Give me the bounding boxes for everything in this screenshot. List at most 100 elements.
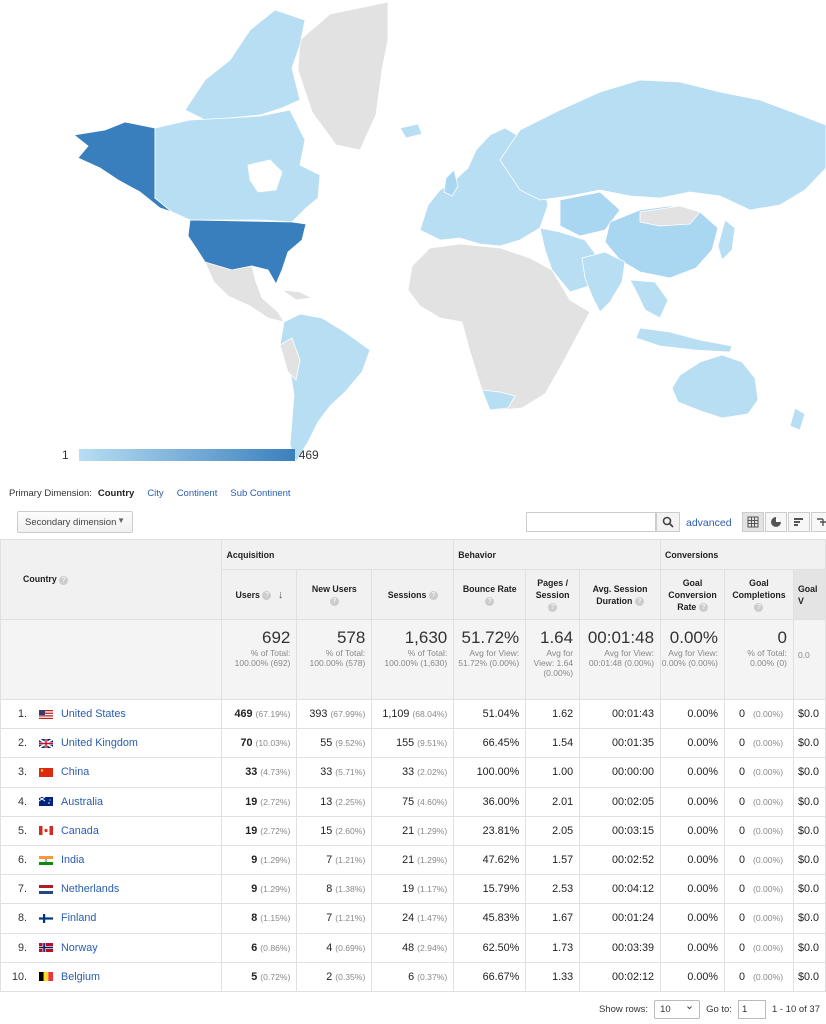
- bar-comparison-icon[interactable]: [788, 512, 810, 532]
- goal-completions-cell: 0 (0.00%): [723, 932, 794, 963]
- dimension-country[interactable]: Country: [98, 488, 134, 499]
- help-icon[interactable]: ?: [485, 596, 495, 606]
- canada-flag-icon: [39, 826, 53, 836]
- users-cell: 19 (2.72%): [221, 786, 298, 817]
- new-users-cell: 55 (9.52%): [296, 728, 373, 759]
- advanced-filter-link[interactable]: advanced: [686, 517, 732, 529]
- primary-dimension-label: Primary Dimension:: [9, 488, 92, 499]
- country-link[interactable]: Netherlands: [61, 883, 119, 895]
- map-indonesia[interactable]: [635, 327, 733, 353]
- belgium-flag-icon: [39, 972, 53, 982]
- country-link[interactable]: Norway: [61, 942, 98, 954]
- goal-value-cell: $0.0: [792, 728, 826, 759]
- country-cell: 3. China: [0, 757, 223, 788]
- goal-value-column-header[interactable]: Goal V: [792, 569, 826, 620]
- help-icon[interactable]: ?: [59, 575, 69, 585]
- help-icon[interactable]: ?: [262, 590, 272, 600]
- duration-cell: 00:01:24: [579, 903, 662, 934]
- map-australia[interactable]: [671, 354, 759, 419]
- country-link[interactable]: India: [61, 854, 84, 866]
- china-flag-icon: [39, 768, 53, 778]
- help-icon[interactable]: ?: [428, 590, 438, 600]
- legend-min: 1: [62, 448, 69, 462]
- map-canada[interactable]: [154, 109, 321, 223]
- table-row: 7. Netherlands 9 (1.29%) 8 (1.38%) 19 (1.17%) 15…: [0, 874, 826, 905]
- goal-completions-column-header[interactable]: Goal Completions?: [723, 569, 794, 620]
- help-icon[interactable]: ?: [754, 602, 764, 612]
- new-users-column-header[interactable]: New Users?: [296, 569, 373, 620]
- country-link[interactable]: Belgium: [61, 971, 100, 983]
- help-icon[interactable]: ?: [634, 596, 644, 606]
- total-cell: 1.64 Avg for View: 1.64 (0.00%): [525, 619, 581, 700]
- total-cell: 0% of Total: 0.00% (0): [723, 619, 794, 700]
- map-india[interactable]: [581, 251, 626, 313]
- table-row: 2. United Kingdom 70 (10.03%) 55 (9.52%) 155 (9…: [0, 728, 826, 759]
- goto-page-input[interactable]: 1: [737, 1000, 766, 1019]
- country-link[interactable]: United Kingdom: [61, 737, 138, 749]
- pages-session-cell: 1.57: [525, 844, 581, 876]
- total-cell: 51.72% Avg for View: 51.72% (0.00%): [453, 619, 527, 700]
- country-report-table: Country ? Acquisition Behavior Conversio…: [0, 539, 826, 992]
- row-number: 5.: [17, 824, 27, 837]
- country-cell: 9. Norway: [0, 932, 223, 963]
- avg-session-duration-column-header[interactable]: Avg. Session Duration ?: [579, 569, 662, 620]
- view-toggle-group: [742, 512, 826, 532]
- country-link[interactable]: China: [61, 766, 89, 778]
- country-column-header[interactable]: Country ?: [0, 539, 223, 620]
- table-row: 8. Finland 8 (1.15%) 7 (1.21%) 24 (1.47%) 45.83%…: [0, 903, 826, 934]
- conversion-rate-cell: 0.00%: [660, 932, 725, 963]
- map-greenland[interactable]: [297, 1, 389, 151]
- country-link[interactable]: Australia: [61, 796, 103, 808]
- pages-session-cell: 2.53: [525, 874, 581, 905]
- show-rows-select[interactable]: 10: [654, 999, 701, 1019]
- goal-completions-cell: 0 (0.00%): [723, 728, 794, 759]
- bounce-rate-cell: 66.45%: [453, 728, 527, 759]
- bounce-rate-cell: 45.83%: [453, 903, 527, 934]
- pages-session-cell: 1.33: [525, 961, 581, 992]
- table-row: 6. India 9 (1.29%) 7 (1.21%) 21 (1.29%) 47.62% 1.…: [0, 844, 826, 876]
- duration-cell: 00:04:12: [579, 874, 662, 905]
- help-icon[interactable]: ?: [329, 596, 339, 606]
- pages-session-column-header[interactable]: Pages / Session?: [525, 569, 581, 620]
- goal-conversion-rate-column-header[interactable]: Goal Conversion Rate ?: [660, 569, 725, 620]
- country-cell: 10. Belgium: [0, 961, 223, 992]
- dimension-city[interactable]: City: [147, 488, 163, 499]
- goal-value-cell: $0.0: [792, 903, 826, 934]
- country-cell: 5. Canada: [0, 815, 223, 846]
- dimension-sub-continent[interactable]: Sub Continent: [230, 488, 290, 499]
- bounce-rate-cell: 66.67%: [453, 961, 527, 992]
- pie-chart-icon[interactable]: [765, 512, 787, 532]
- duration-cell: 00:01:43: [579, 698, 662, 730]
- help-icon[interactable]: ?: [698, 602, 708, 612]
- map-south-america[interactable]: [279, 313, 371, 463]
- sessions-column-header[interactable]: Sessions ?: [371, 569, 455, 620]
- users-column-header[interactable]: Users ? ↓: [221, 569, 298, 620]
- pivot-icon[interactable]: [811, 512, 826, 532]
- conversion-rate-cell: 0.00%: [660, 844, 725, 876]
- pages-session-cell: 1.73: [525, 932, 581, 963]
- table-search-input[interactable]: [526, 512, 656, 532]
- bounce-rate-column-header[interactable]: Bounce Rate?: [453, 569, 527, 620]
- users-cell: 6 (0.86%): [221, 932, 298, 963]
- map-russia[interactable]: [499, 79, 826, 211]
- acquisition-group-header: Acquisition: [221, 539, 455, 570]
- users-cell: 9 (1.29%): [221, 874, 298, 905]
- help-icon[interactable]: ?: [548, 602, 558, 612]
- map-arctic-islands[interactable]: [184, 9, 306, 121]
- users-cell: 19 (2.72%): [221, 815, 298, 846]
- country-link[interactable]: United States: [61, 708, 126, 720]
- sort-arrow-down-icon[interactable]: ↓: [278, 589, 284, 601]
- search-button[interactable]: [656, 512, 680, 532]
- table-row: 5. Canada 19 (2.72%) 15 (2.60%) 21 (1.29%) 23.81…: [0, 815, 826, 846]
- dimension-continent[interactable]: Continent: [177, 488, 218, 499]
- country-cell: 2. United Kingdom: [0, 728, 223, 759]
- country-link[interactable]: Canada: [61, 825, 99, 837]
- country-link[interactable]: Finland: [61, 912, 96, 924]
- grid-view-icon[interactable]: [742, 512, 764, 532]
- world-map[interactable]: [0, 0, 826, 478]
- table-toolbar: Secondary dimension ▼ advanced: [0, 510, 826, 538]
- secondary-dimension-dropdown[interactable]: Secondary dimension ▼: [17, 511, 133, 533]
- conversion-rate-cell: 0.00%: [660, 728, 725, 759]
- map-japan[interactable]: [717, 219, 736, 261]
- country-cell: 8. Finland: [0, 903, 223, 934]
